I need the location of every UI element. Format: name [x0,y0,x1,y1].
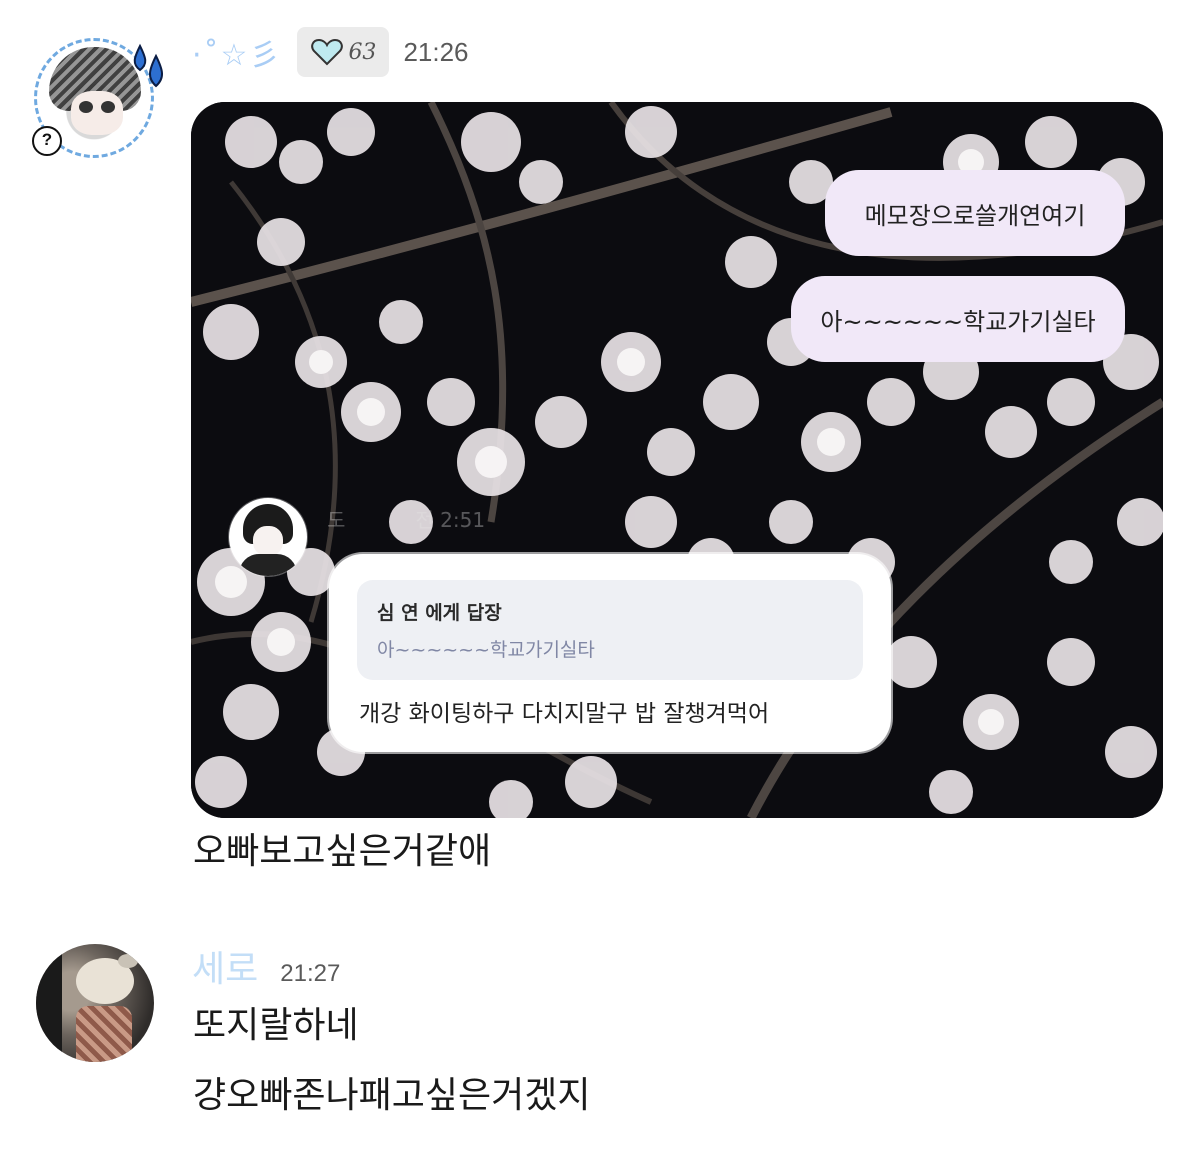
avatar-body [239,554,297,576]
quoted-message: 아~~~~~~학교가기실타 [377,639,595,661]
question-badge-icon: ? [32,126,62,156]
sweat-drops-icon [133,43,163,88]
reply-quote-box: 심 연 에게 답장 아~~~~~~학교가기실타 [357,580,863,680]
message-text: 또지랄하네 [193,1005,359,1046]
reply-timestamp: 전 2:51 [415,508,486,532]
avatar-eye [79,101,93,113]
author-badge[interactable]: 63 [297,27,390,77]
reply-to-label: 심 연 에게 답장 [377,602,502,624]
reply-bubble: 심 연 에게 답장 아~~~~~~학교가기실타 개강 화이팅하구 다치지말구 밥… [329,554,891,752]
author-name[interactable]: 세로 [192,940,258,992]
heart-icon [311,38,344,66]
bubble-text: 아~~~~~~학교가기실타 [820,307,1096,336]
avatar-bow [118,954,138,968]
message-text: 오빠보고싶은거같애 [193,831,492,872]
author-name[interactable]: ·˚☆彡 [192,30,281,74]
badge-number: 63 [348,39,377,65]
avatar-face [253,526,283,556]
message-header: 세로 21:27 [192,940,340,990]
reply-message-text: 개강 화이팅하구 다치지말구 밥 잘챙겨먹어 [359,701,770,727]
message-timestamp: 21:27 [280,960,341,987]
reply-author-name: 도 [327,508,346,532]
avatar-face [71,91,123,135]
author-avatar[interactable] [36,944,154,1062]
outgoing-bubble: 메모장으로쓸개연여기 [825,170,1125,256]
reply-author-avatar [229,498,307,576]
avatar-eye [101,101,115,113]
message-timestamp: 21:26 [403,36,469,67]
message-header: ·˚☆彡 63 21:26 [192,26,469,78]
avatar-dress [76,1006,132,1062]
message-text: 걍오빠존나패고싶은거겠지 [193,1075,591,1116]
bubble-text: 메모장으로쓸개연여기 [864,201,1086,230]
author-avatar[interactable]: ? [28,30,163,164]
avatar-background [36,944,62,1062]
reply-meta: 도 전 2:51 [327,504,485,533]
attached-image[interactable]: 메모장으로쓸개연여기 아~~~~~~학교가기실타 도 전 2:51 심 연 에게 … [191,102,1163,818]
outgoing-bubble: 아~~~~~~학교가기실타 [791,276,1125,362]
